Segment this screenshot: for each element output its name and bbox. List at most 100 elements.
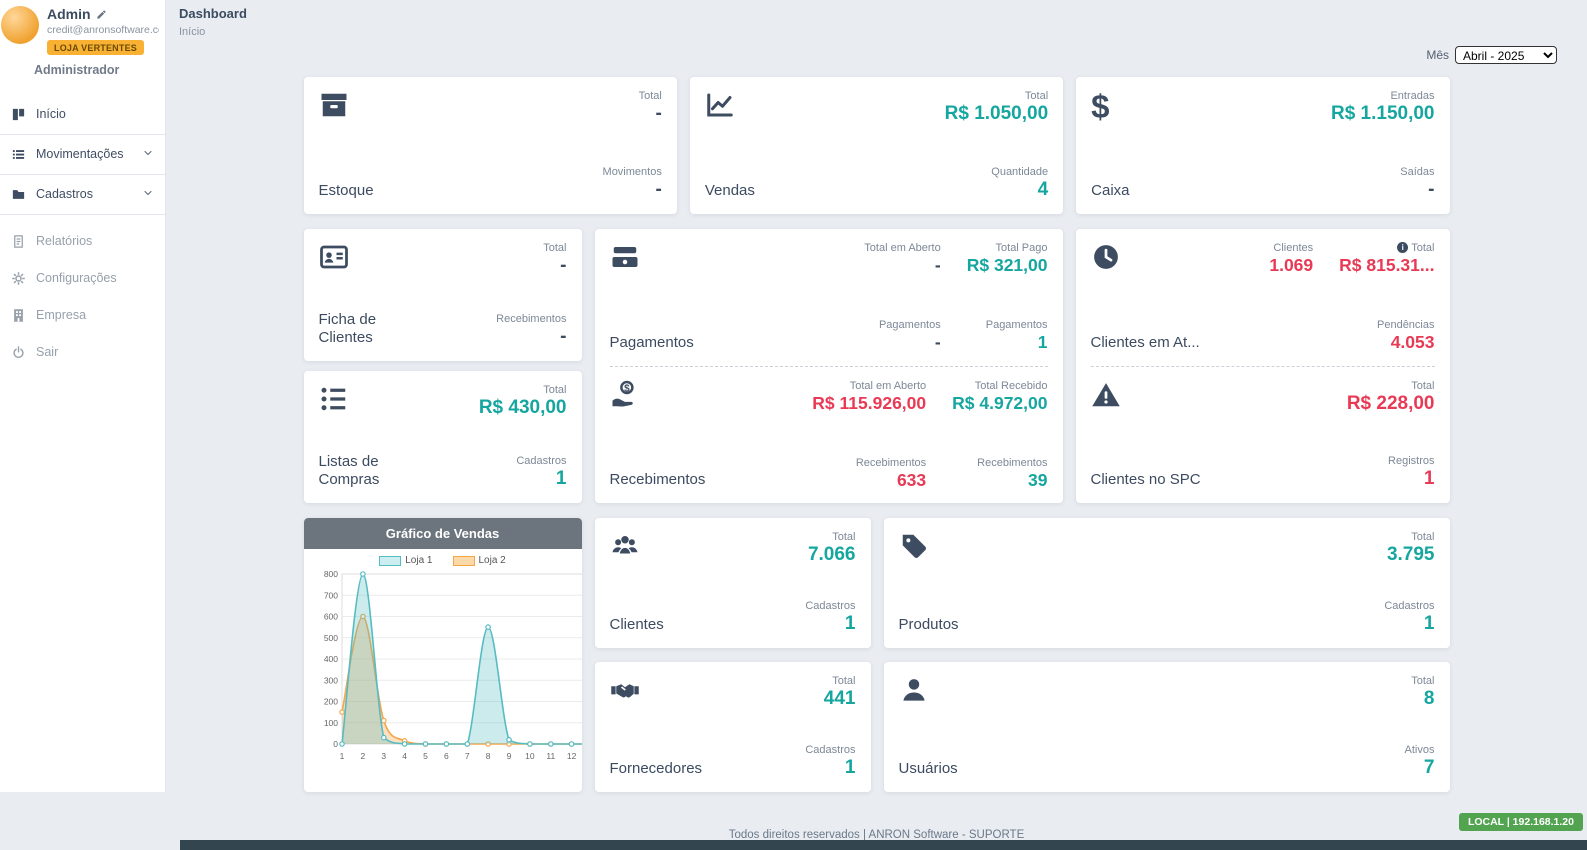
svg-text:2: 2 [360, 751, 365, 761]
card-usuarios: Usuários Total8 Ativos7 [884, 662, 1450, 792]
stat-label: Pagamentos [864, 319, 940, 331]
svg-text:12: 12 [566, 751, 576, 761]
stat-label: Total [945, 90, 1049, 102]
sidebar-item-sair[interactable]: Sair [0, 334, 165, 371]
card-ficha-clientes: Ficha de Clientes Total- Recebimentos- [304, 229, 582, 361]
svg-text:1: 1 [339, 751, 344, 761]
sidebar: Admin credit@anronsoftware.co... LOJA VE… [0, 0, 166, 792]
svg-text:$: $ [624, 383, 630, 394]
svg-text:500: 500 [323, 633, 337, 643]
month-label: Mês [1426, 48, 1449, 62]
svg-text:700: 700 [323, 590, 337, 600]
sidebar-item-label: Início [36, 107, 66, 121]
topbar: Dashboard Início [166, 0, 1587, 38]
info-icon[interactable] [1397, 242, 1408, 253]
legend-swatch-loja2 [453, 556, 475, 566]
sidebar-item-label: Empresa [36, 308, 86, 322]
chart-body: Loja 1 Loja 2 01002003004005006007008001… [304, 549, 582, 792]
card-listas-compras: Listas de Compras TotalR$ 430,00 Cadastr… [304, 371, 582, 503]
card-title: Clientes [610, 616, 664, 635]
page-title: Dashboard [179, 6, 1574, 21]
card-title: Caixa [1091, 182, 1129, 201]
stat-value: 39 [952, 471, 1047, 490]
card-title: Clientes no SPC [1091, 471, 1201, 490]
sidebar-item-label: Sair [36, 345, 58, 359]
svg-text:10: 10 [525, 751, 535, 761]
hand-holding-dollar-icon: $ [610, 380, 706, 414]
store-badge: LOJA VERTENTES [47, 40, 144, 55]
legend-loja2[interactable]: Loja 2 [453, 555, 506, 566]
stat-value: 1 [967, 333, 1048, 352]
chevron-down-icon [142, 147, 154, 162]
card-title: Usuários [899, 760, 958, 779]
stat-label: Total [1339, 242, 1434, 254]
sidebar-item-cadastros[interactable]: Cadastros [0, 175, 165, 215]
sidebar-item-configuracoes[interactable]: Configurações [0, 260, 165, 297]
stat-label: Recebimentos [496, 313, 566, 325]
stat-label: Cadastros [479, 455, 567, 467]
stat-value: 441 [805, 689, 855, 710]
stat-label: Total Pago [967, 242, 1048, 254]
chart-line-icon [705, 90, 755, 124]
clipboard-icon [11, 234, 26, 249]
legend-loja1[interactable]: Loja 1 [379, 555, 432, 566]
sales-chart: 0100200300400500600700800123456789101112… [312, 566, 582, 766]
warning-triangle-icon [1091, 380, 1201, 414]
card-estoque: Estoque Total- Movimentos- [304, 77, 677, 214]
id-card-icon [319, 242, 431, 276]
stat-value: R$ 1.050,00 [945, 104, 1049, 125]
card-clientes-atraso-spc: Clientes em At... Clientes1.069 TotalR$ … [1076, 229, 1450, 503]
month-select[interactable]: Abril - 2025 [1455, 46, 1557, 64]
avatar [1, 6, 39, 44]
stat-value: - [1331, 180, 1435, 201]
stat-value: 633 [812, 471, 926, 490]
stat-value: R$ 321,00 [967, 256, 1048, 275]
svg-text:300: 300 [323, 675, 337, 685]
stat-label: Total [805, 675, 855, 687]
card-title: Listas de Compras [319, 453, 431, 491]
stat-label: Ativos [1405, 744, 1435, 756]
section-clientes-atraso: Clientes em At... Clientes1.069 TotalR$ … [1076, 229, 1450, 366]
stat-value: R$ 1.150,00 [1331, 104, 1435, 125]
stat-label: Total [805, 531, 855, 543]
env-badge: LOCAL | 192.168.1.20 [1459, 813, 1583, 831]
sidebar-item-label: Configurações [36, 271, 117, 285]
svg-text:8: 8 [485, 751, 490, 761]
svg-text:400: 400 [323, 654, 337, 664]
svg-text:4: 4 [402, 751, 407, 761]
users-group-icon [610, 531, 664, 565]
legend-label: Loja 1 [405, 555, 432, 566]
stat-label: Registros [1347, 455, 1435, 467]
sidebar-item-label: Relatórios [36, 234, 92, 248]
sidebar-item-inicio[interactable]: Início [0, 95, 165, 135]
card-grafico-vendas: Gráfico de Vendas Loja 1 Loja 2 01002003… [304, 518, 582, 792]
building-icon [11, 308, 26, 323]
stat-label: Total [496, 242, 566, 254]
card-title: Clientes em At... [1091, 334, 1200, 353]
stat-value: 1.069 [1269, 256, 1313, 275]
sidebar-item-empresa[interactable]: Empresa [0, 297, 165, 334]
stat-label: Pagamentos [967, 319, 1048, 331]
list-bullets-icon [319, 384, 431, 418]
card-title: Ficha de Clientes [319, 311, 431, 349]
edit-pencil-icon[interactable] [96, 9, 107, 20]
card-title: Vendas [705, 182, 755, 201]
svg-text:800: 800 [323, 569, 337, 579]
card-title: Pagamentos [610, 334, 694, 353]
card-pagamentos-recebimentos: Pagamentos Total em Aberto- Pagamentos- … [595, 229, 1063, 503]
card-title: Recebimentos [610, 471, 706, 490]
sidebar-item-relatorios[interactable]: Relatórios [0, 223, 165, 260]
legend-label: Loja 2 [479, 555, 506, 566]
stat-value: 1 [805, 614, 855, 635]
stat-label: Quantidade [945, 166, 1049, 178]
stat-value: 4.053 [1339, 333, 1434, 352]
stat-label: Saídas [1331, 166, 1435, 178]
stat-value: - [496, 256, 566, 277]
stat-value: 1 [1384, 614, 1434, 635]
sidebar-item-movimentacoes[interactable]: Movimentações [0, 135, 165, 175]
tag-icon [899, 531, 959, 565]
stat-value: R$ 4.972,00 [952, 394, 1047, 413]
section-recebimentos: $ Recebimentos Total em AbertoR$ 115.926… [595, 367, 1063, 504]
stat-value: 8 [1405, 689, 1435, 710]
profile-block: Admin credit@anronsoftware.co... LOJA VE… [0, 0, 165, 56]
